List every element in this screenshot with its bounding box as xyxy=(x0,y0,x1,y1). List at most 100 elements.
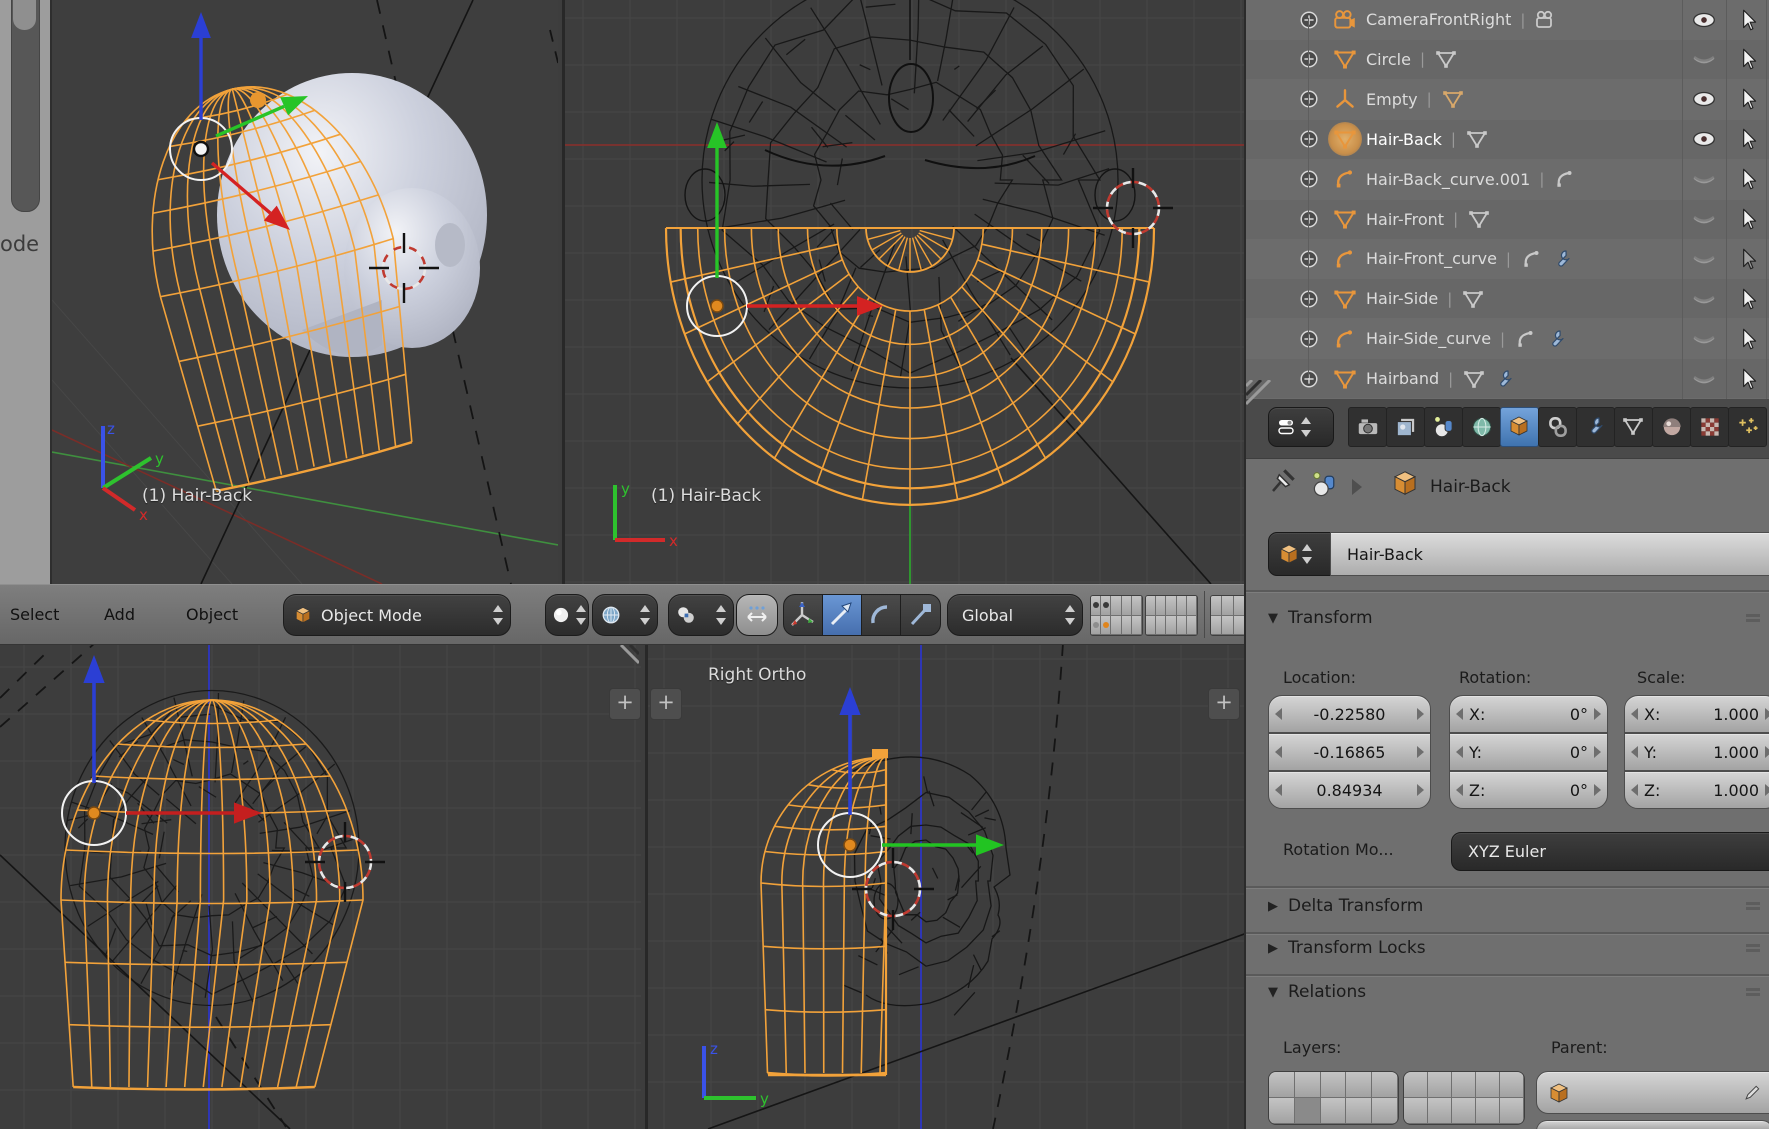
layer-toggle[interactable] xyxy=(1177,616,1187,636)
tab-world[interactable] xyxy=(1462,407,1501,447)
layer-toggle[interactable] xyxy=(1111,596,1121,616)
layer-toggle[interactable] xyxy=(1295,1072,1321,1098)
visibility-toggle[interactable] xyxy=(1684,40,1724,79)
orientation-selector[interactable]: Global xyxy=(947,594,1083,636)
selectability-toggle[interactable] xyxy=(1728,279,1768,318)
layer-toggle[interactable] xyxy=(1101,596,1111,616)
layer-toggle[interactable] xyxy=(1452,1098,1476,1124)
outliner-row-empty[interactable]: Empty| xyxy=(1246,80,1769,119)
region-expand-button[interactable]: + xyxy=(609,688,641,720)
panel-drag-icon[interactable] xyxy=(1746,902,1760,905)
delta-transform-panel-header[interactable]: ▶Delta Transform xyxy=(1268,896,1423,916)
expand-icon[interactable] xyxy=(1298,168,1320,190)
expand-icon[interactable] xyxy=(1298,328,1320,350)
layers-grid-clipped[interactable] xyxy=(1210,595,1246,636)
drawtype-selector[interactable] xyxy=(592,594,658,636)
outliner-item-name[interactable]: CameraFrontRight xyxy=(1366,10,1511,29)
transform-locks-panel-header[interactable]: ▶Transform Locks xyxy=(1268,938,1426,958)
tab-object-data[interactable] xyxy=(1614,407,1653,447)
visibility-toggle[interactable] xyxy=(1684,160,1724,199)
outliner-item-name[interactable]: Hair-Side xyxy=(1366,289,1438,308)
location-z-field[interactable]: 0.84934 xyxy=(1268,771,1431,809)
outliner-item-name[interactable]: Hair-Back_curve.001 xyxy=(1366,170,1530,189)
layer-toggle[interactable] xyxy=(1269,1098,1295,1124)
layer-toggle[interactable] xyxy=(1372,1072,1398,1098)
outliner-item-name[interactable]: Hair-Back xyxy=(1366,130,1442,149)
viewport-perspective[interactable]: zyx(1) Hair-Back xyxy=(52,0,558,584)
outliner-row-hair-back[interactable]: Hair-Back| xyxy=(1246,120,1769,159)
manipulator-axes-button[interactable] xyxy=(783,594,824,636)
layer-toggle[interactable] xyxy=(1166,616,1176,636)
outliner-item-name[interactable]: Hair-Front_curve xyxy=(1366,249,1497,268)
expand-icon[interactable] xyxy=(1298,208,1320,230)
selectability-toggle[interactable] xyxy=(1728,239,1768,278)
layer-toggle[interactable] xyxy=(1404,1072,1428,1098)
expand-icon[interactable] xyxy=(1298,128,1320,150)
layer-toggle[interactable] xyxy=(1372,1098,1398,1124)
outliner-item-name[interactable]: Circle xyxy=(1366,50,1411,69)
layer-toggle[interactable] xyxy=(1500,1072,1524,1098)
layer-toggle[interactable] xyxy=(1321,1072,1347,1098)
layers-grid-1[interactable] xyxy=(1090,595,1143,636)
visibility-toggle[interactable] xyxy=(1684,200,1724,239)
expand-icon[interactable] xyxy=(1298,48,1320,70)
tab-particles[interactable] xyxy=(1728,407,1767,447)
viewport-top-ortho[interactable]: yx(1) Hair-Back xyxy=(562,0,1247,584)
rotation-mode-selector[interactable]: XYZ Euler xyxy=(1451,832,1769,871)
selectability-toggle[interactable] xyxy=(1728,0,1768,39)
scale-x-field[interactable]: X:1.000 xyxy=(1624,695,1769,733)
layer-toggle[interactable] xyxy=(1428,1072,1452,1098)
layer-toggle[interactable] xyxy=(1476,1098,1500,1124)
visibility-toggle[interactable] xyxy=(1684,239,1724,278)
outliner-item-name[interactable]: Empty xyxy=(1366,90,1418,109)
expand-icon[interactable] xyxy=(1298,288,1320,310)
layer-toggle[interactable] xyxy=(1146,616,1156,636)
viewport-right-ortho[interactable]: zyRight Ortho xyxy=(645,643,1247,1129)
rotation-x-field[interactable]: X:0° xyxy=(1449,695,1608,733)
region-expand-button[interactable]: + xyxy=(650,688,682,720)
scrollbar-knob[interactable] xyxy=(13,0,36,30)
tab-modifiers[interactable] xyxy=(1576,407,1615,447)
layer-toggle[interactable] xyxy=(1295,1098,1321,1124)
layers-grid-2[interactable] xyxy=(1145,595,1198,636)
rotation-y-field[interactable]: Y:0° xyxy=(1449,733,1608,771)
expand-icon[interactable] xyxy=(1298,88,1320,110)
layer-toggle[interactable] xyxy=(1187,616,1197,636)
layer-toggle[interactable] xyxy=(1101,616,1111,636)
relations-panel-header[interactable]: ▼Relations xyxy=(1268,982,1366,1002)
region-resize-handle[interactable] xyxy=(603,645,639,681)
manipulator-translate-button[interactable] xyxy=(822,594,863,636)
relations-layers-grid-1[interactable] xyxy=(1268,1071,1399,1125)
layer-toggle[interactable] xyxy=(1452,1072,1476,1098)
visibility-toggle[interactable] xyxy=(1684,80,1724,119)
panel-drag-icon[interactable] xyxy=(1746,614,1760,617)
visibility-toggle[interactable] xyxy=(1684,359,1724,398)
visibility-toggle[interactable] xyxy=(1684,0,1724,39)
layer-toggle[interactable] xyxy=(1177,596,1187,616)
layer-toggle[interactable] xyxy=(1500,1098,1524,1124)
pin-icon[interactable] xyxy=(1268,466,1298,500)
outliner-row-hairband[interactable]: Hairband| xyxy=(1246,359,1769,398)
layer-toggle[interactable] xyxy=(1476,1072,1500,1098)
manipulator-toggle[interactable] xyxy=(736,594,778,636)
pivot-selector[interactable] xyxy=(668,594,734,636)
outliner-row-hair-front[interactable]: Hair-Front| xyxy=(1246,200,1769,239)
selectability-toggle[interactable] xyxy=(1728,160,1768,199)
expand-icon[interactable] xyxy=(1298,368,1320,390)
menu-select[interactable]: Select xyxy=(10,585,59,644)
mode-selector[interactable]: Object Mode xyxy=(283,594,511,636)
selectability-toggle[interactable] xyxy=(1728,200,1768,239)
layer-toggle[interactable] xyxy=(1132,616,1142,636)
selectability-toggle[interactable] xyxy=(1728,80,1768,119)
layer-toggle[interactable] xyxy=(1404,1098,1428,1124)
layer-toggle[interactable] xyxy=(1166,596,1176,616)
scale-z-field[interactable]: Z:1.000 xyxy=(1624,771,1769,809)
tab-constraints[interactable] xyxy=(1538,407,1577,447)
tab-render-layers[interactable] xyxy=(1386,407,1425,447)
manipulator-rotate-button[interactable] xyxy=(861,594,902,636)
selectability-toggle[interactable] xyxy=(1728,120,1768,159)
location-x-field[interactable]: -0.22580 xyxy=(1268,695,1431,733)
layer-toggle[interactable] xyxy=(1122,596,1132,616)
layer-toggle[interactable] xyxy=(1346,1072,1372,1098)
outliner-item-name[interactable]: Hairband xyxy=(1366,369,1439,388)
